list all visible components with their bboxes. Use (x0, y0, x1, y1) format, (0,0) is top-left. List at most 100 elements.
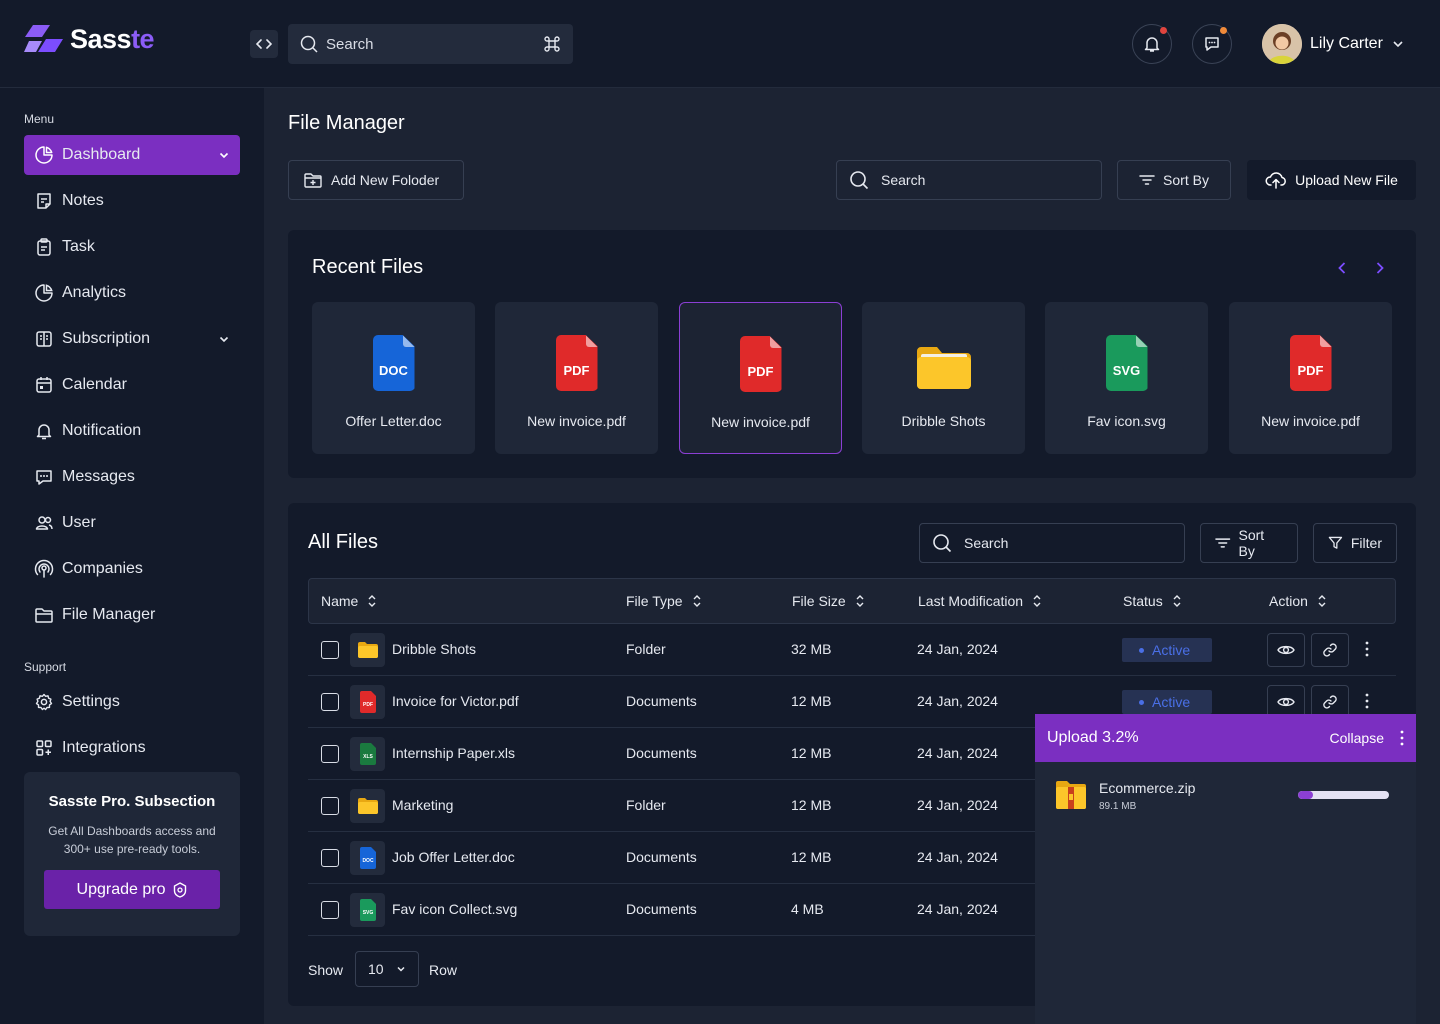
recent-file-name: Dribble Shots (901, 413, 986, 429)
sidebar-item-file-manager[interactable]: File Manager (24, 595, 240, 635)
user-menu[interactable]: Lily Carter (1262, 24, 1405, 64)
chevron-right-icon (1376, 262, 1384, 274)
all-files-search-input[interactable]: Search (919, 523, 1185, 563)
column-header-action[interactable]: Action (1269, 593, 1326, 609)
sidebar-item-companies[interactable]: Companies (24, 549, 240, 589)
sidebar-item-analytics[interactable]: Analytics (24, 273, 240, 313)
folder-icon (357, 798, 378, 814)
show-label: Show (308, 962, 344, 978)
sidebar-item-calendar[interactable]: Calendar (24, 365, 240, 405)
upgrade-pro-button[interactable]: Upgrade pro (44, 870, 220, 909)
filter-button[interactable]: Filter (1313, 523, 1397, 563)
recent-file-name: Offer Letter.doc (345, 413, 442, 429)
row-file-type: Documents (626, 849, 697, 865)
sidebar-item-label: File Manager (62, 606, 156, 623)
bell-icon (36, 424, 52, 440)
sidebar-item-dashboard[interactable]: Dashboard (24, 135, 240, 175)
sidebar-item-label: Dashboard (62, 146, 141, 163)
row-file-size: 4 MB (791, 901, 824, 917)
table-row[interactable]: Dribble Shots Folder 32 MB 24 Jan, 2024 … (308, 624, 1396, 676)
promo-title: Sasste Pro. Subsection (48, 793, 216, 810)
logo[interactable]: Sasste (24, 24, 155, 55)
sort-arrows-icon (1033, 595, 1041, 607)
recent-file-card[interactable]: Dribble Shots (862, 302, 1025, 454)
upload-collapse-button[interactable]: Collapse (1330, 730, 1384, 746)
sidebar-item-label: Analytics (62, 284, 127, 301)
svg-text:XLS: XLS (363, 754, 373, 760)
row-file-name: Dribble Shots (392, 641, 477, 657)
upload-new-file-label: Upload New File (1295, 172, 1398, 188)
sort-arrows-icon (1173, 595, 1181, 607)
badge-icon (174, 881, 187, 898)
sidebar-item-label: Messages (62, 468, 135, 485)
row-last-modified: 24 Jan, 2024 (917, 849, 998, 865)
chevron-down-icon (219, 152, 229, 159)
column-header-last-modification[interactable]: Last Modification (918, 593, 1041, 609)
logo-text: Sasste (70, 24, 155, 54)
sidebar-item-user[interactable]: User (24, 503, 240, 543)
more-vertical-icon[interactable] (1400, 730, 1404, 746)
sidebar-toggle-button[interactable] (250, 30, 278, 58)
recent-file-card[interactable]: DOC Offer Letter.doc (312, 302, 475, 454)
row-checkbox[interactable] (321, 849, 339, 867)
sidebar-item-integrations[interactable]: Integrations (24, 728, 240, 768)
recent-file-card[interactable]: PDF New invoice.pdf (1229, 302, 1392, 454)
row-checkbox[interactable] (321, 745, 339, 763)
row-last-modified: 24 Jan, 2024 (917, 797, 998, 813)
rows-per-page-value: 10 (368, 961, 384, 977)
sidebar-item-label: Subscription (62, 330, 151, 347)
column-header-file-size[interactable]: File Size (792, 593, 864, 609)
svg-text:DOC: DOC (362, 858, 374, 864)
row-file-size: 12 MB (791, 849, 832, 865)
notification-button[interactable] (1132, 24, 1172, 64)
analytics-icon (35, 284, 53, 302)
row-checkbox[interactable] (321, 901, 339, 919)
recent-file-card-selected[interactable]: PDF New invoice.pdf (679, 302, 842, 454)
recent-file-card[interactable]: PDF New invoice.pdf (495, 302, 658, 454)
chevron-down-icon (1393, 41, 1403, 48)
row-checkbox[interactable] (321, 693, 339, 711)
pdf-file-icon: PDF (359, 691, 376, 713)
sidebar-item-subscription[interactable]: Subscription (24, 319, 240, 359)
recent-next-button[interactable] (1370, 258, 1390, 278)
recent-prev-button[interactable] (1332, 258, 1352, 278)
sort-by-button[interactable]: Sort By (1117, 160, 1231, 200)
sort-arrows-icon (693, 595, 701, 607)
chevron-left-icon (1338, 262, 1346, 274)
chevron-down-icon (397, 966, 405, 972)
sidebar-item-label: Calendar (62, 376, 127, 393)
status-badge: Active (1122, 638, 1212, 662)
messages-button[interactable] (1192, 24, 1232, 64)
more-vertical-icon[interactable] (1365, 693, 1369, 709)
file-search-input[interactable]: Search (836, 160, 1102, 200)
sidebar-item-settings[interactable]: Settings (24, 682, 240, 722)
all-files-sort-button[interactable]: Sort By (1200, 523, 1298, 563)
row-file-name: Fav icon Collect.svg (392, 901, 518, 917)
pdf-file-icon: PDF (739, 336, 782, 392)
row-last-modified: 24 Jan, 2024 (917, 901, 998, 917)
svg-file-icon: SVG (1105, 335, 1148, 391)
more-vertical-icon[interactable] (1365, 641, 1369, 657)
code-brackets-icon (256, 39, 272, 49)
view-button[interactable] (1267, 633, 1305, 667)
add-new-folder-button[interactable]: Add New Foloder (288, 160, 464, 200)
top-search-input[interactable]: Search (288, 24, 573, 64)
upload-new-file-button[interactable]: Upload New File (1247, 160, 1416, 200)
sidebar-item-notes[interactable]: Notes (24, 181, 240, 221)
column-header-status[interactable]: Status (1123, 593, 1181, 609)
column-header-name[interactable]: Name (321, 593, 376, 609)
sidebar-item-label: Task (62, 238, 95, 255)
sort-icon (1215, 538, 1231, 548)
copy-link-button[interactable] (1311, 633, 1349, 667)
sidebar-item-task[interactable]: Task (24, 227, 240, 267)
column-header-file-type[interactable]: File Type (626, 593, 701, 609)
recent-file-name: New invoice.pdf (1261, 413, 1360, 429)
row-checkbox[interactable] (321, 641, 339, 659)
recent-file-card[interactable]: SVG Fav icon.svg (1045, 302, 1208, 454)
sidebar-item-messages[interactable]: Messages (24, 457, 240, 497)
sidebar-item-notification[interactable]: Notification (24, 411, 240, 451)
sidebar-item-label: Settings (62, 693, 120, 710)
rows-per-page-select[interactable]: 10 (355, 951, 419, 987)
promo-description: Get All Dashboards access and 300+ use p… (48, 824, 216, 856)
row-checkbox[interactable] (321, 797, 339, 815)
